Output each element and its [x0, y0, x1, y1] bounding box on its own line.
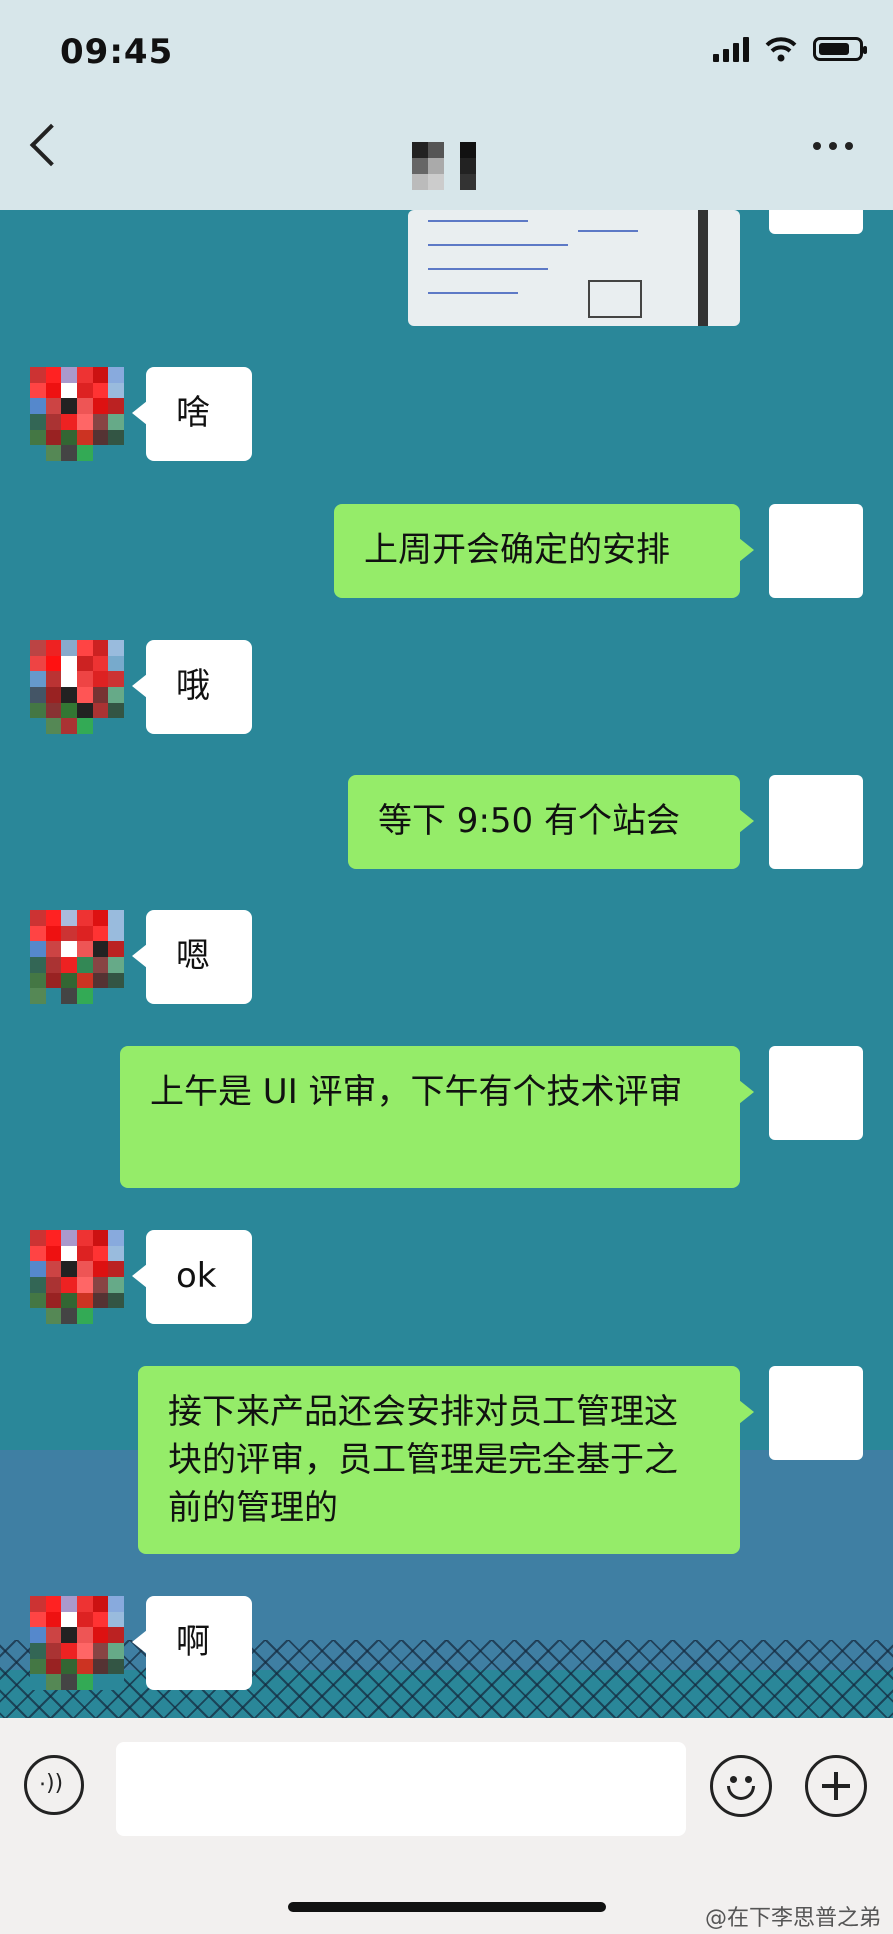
my-avatar[interactable] — [769, 210, 863, 234]
status-and-nav-bar: 09:45 — [0, 0, 893, 210]
chat-title-redacted — [412, 142, 476, 190]
received-message[interactable]: 啊 — [132, 1596, 252, 1690]
whiteboard-photo-message[interactable] — [408, 210, 740, 326]
received-message[interactable]: ok — [132, 1230, 252, 1324]
more-actions-plus-button[interactable] — [805, 1755, 867, 1817]
sent-message[interactable]: 上周开会确定的安排 — [334, 504, 754, 598]
my-avatar[interactable] — [769, 775, 863, 869]
contact-avatar[interactable] — [30, 367, 124, 461]
status-icons — [713, 36, 867, 62]
received-message[interactable]: 嗯 — [132, 910, 252, 1004]
sent-message[interactable]: 上午是 UI 评审，下午有个技术评审 — [120, 1046, 754, 1188]
weibo-watermark: @在下李思普之弟 — [704, 1906, 881, 1931]
my-avatar[interactable] — [769, 504, 863, 598]
received-message[interactable]: 哦 — [132, 640, 252, 734]
home-indicator[interactable] — [288, 1902, 606, 1912]
contact-avatar[interactable] — [30, 910, 124, 1004]
back-button[interactable] — [29, 123, 73, 167]
voice-input-button[interactable] — [24, 1755, 84, 1815]
more-options-button[interactable] — [813, 142, 853, 150]
message-input[interactable] — [116, 1742, 686, 1836]
contact-avatar[interactable] — [30, 1596, 124, 1690]
status-time: 09:45 — [60, 32, 174, 72]
my-avatar[interactable] — [769, 1366, 863, 1460]
contact-avatar[interactable] — [30, 1230, 124, 1324]
signal-icon — [713, 36, 749, 62]
sent-message[interactable]: 等下 9:50 有个站会 — [348, 775, 754, 869]
emoji-button[interactable] — [710, 1755, 772, 1817]
my-avatar[interactable] — [769, 1046, 863, 1140]
sent-message[interactable]: 接下来产品还会安排对员工管理这块的评审，员工管理是完全基于之前的管理的 — [138, 1366, 754, 1554]
contact-avatar[interactable] — [30, 640, 124, 734]
received-message[interactable]: 啥 — [132, 367, 252, 461]
battery-icon — [813, 37, 867, 61]
wifi-icon — [765, 37, 797, 62]
